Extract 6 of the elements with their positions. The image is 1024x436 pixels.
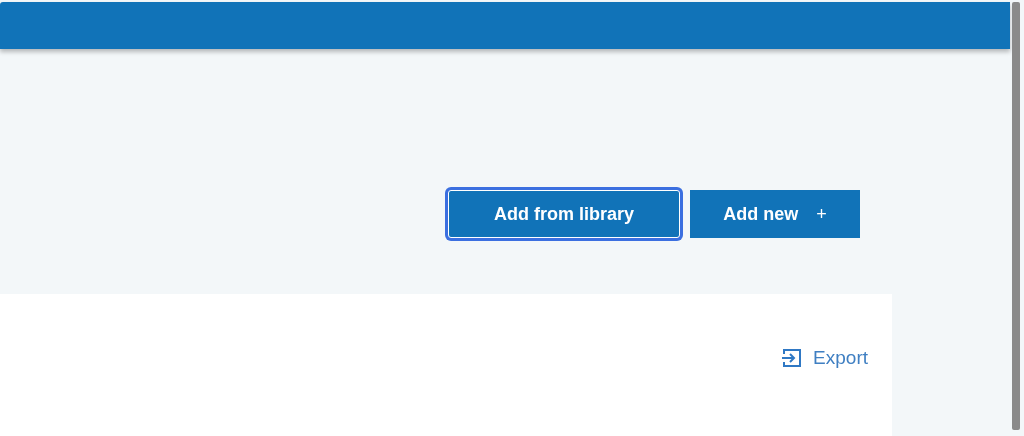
export-icon [781, 347, 804, 370]
action-button[interactable]: Add new + [690, 190, 860, 238]
plus-icon: + [816, 200, 827, 228]
action-button[interactable]: Add from library [448, 190, 680, 238]
export-link[interactable]: Export [781, 344, 868, 373]
scrollbar[interactable] [1012, 2, 1020, 430]
